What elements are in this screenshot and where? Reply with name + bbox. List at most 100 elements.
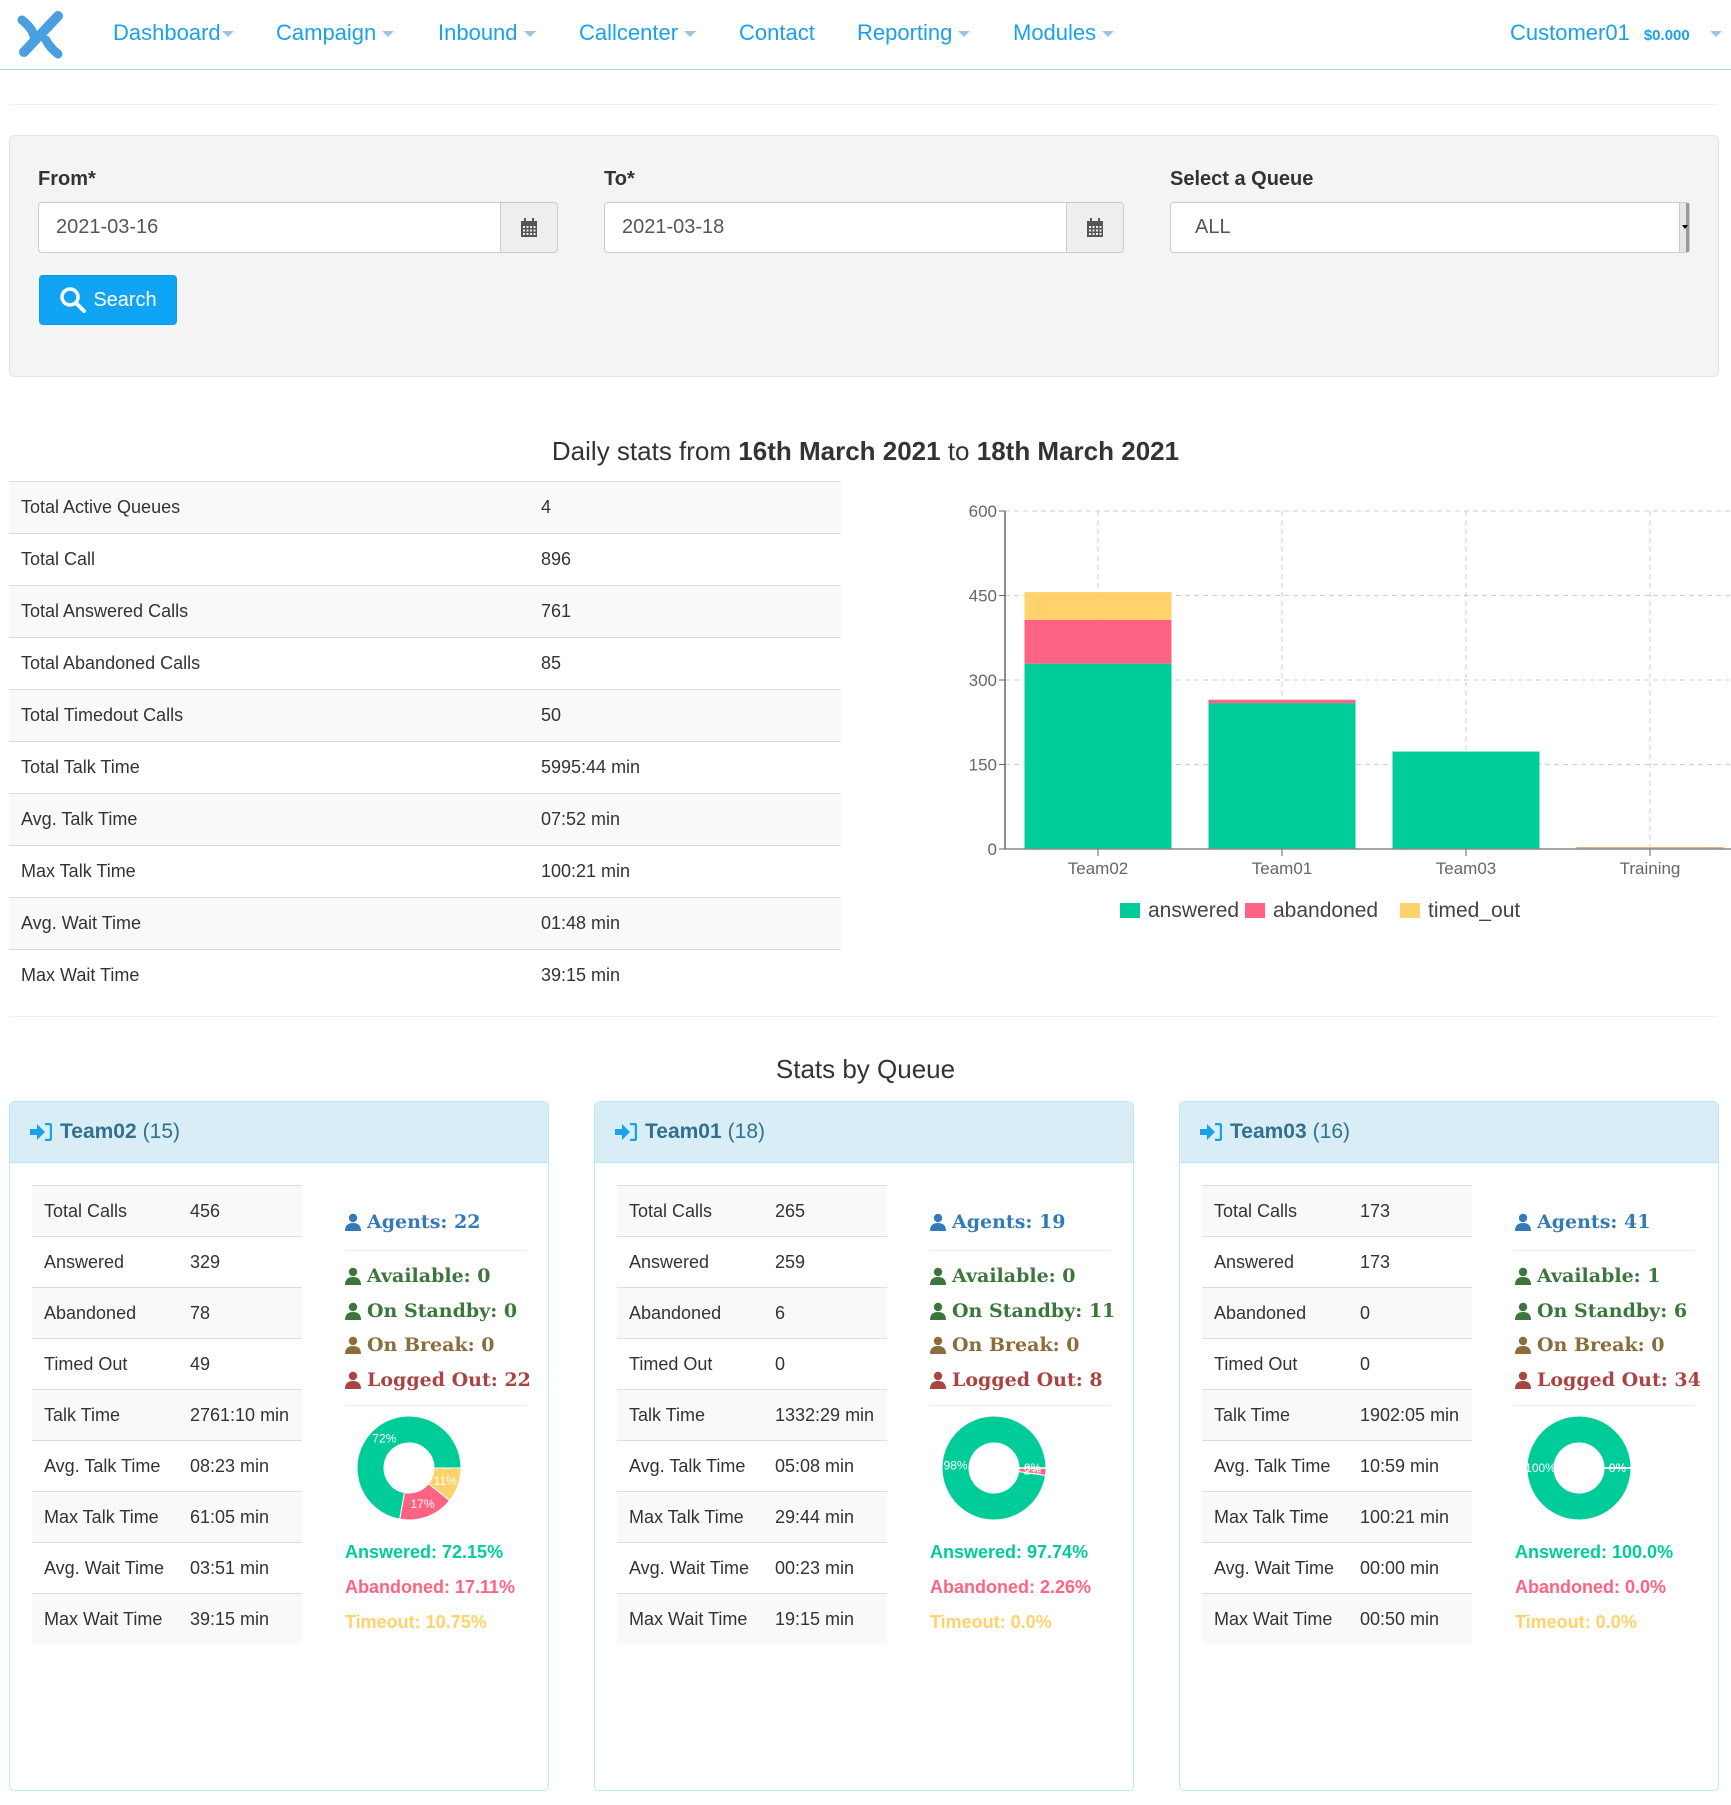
filter-panel: From* 2021-03-16 To* 2021-03-18 Select a… [9, 135, 1719, 377]
stat-label: Max Talk Time [32, 1491, 178, 1543]
nav-callcenter[interactable]: Callcenter [579, 20, 697, 46]
agents-total: Agents: 19 [930, 1202, 1110, 1242]
top-navbar: Dashboard Campaign Inbound Callcenter Co… [0, 0, 1731, 70]
queue-stat-row: Avg. Talk Time 08:23 min [32, 1440, 302, 1492]
summary-label: Total Active Queues [9, 481, 529, 534]
agents-on-break: On Break: 0 [1515, 1328, 1695, 1363]
stat-value: 456 [178, 1185, 302, 1237]
search-button[interactable]: Search [39, 275, 177, 325]
summary-label: Avg. Talk Time [9, 793, 529, 846]
stat-value: 10:59 min [1348, 1440, 1472, 1492]
summary-row: Total Active Queues 4 [9, 481, 841, 534]
stat-label: Talk Time [32, 1389, 178, 1441]
legend-swatch-abandoned[interactable] [1245, 903, 1265, 918]
queue-card-header[interactable]: Team01 (18) [595, 1102, 1133, 1163]
user-icon [345, 1337, 361, 1355]
caret-down-icon [684, 31, 697, 38]
queue-donut-chart: 98% 2%0% [941, 1415, 1047, 1521]
legend-label[interactable]: answered [1148, 899, 1239, 922]
legend-swatch-timed_out[interactable] [1400, 903, 1420, 918]
abandoned-percent: Abandoned: 0.0% [1515, 1577, 1667, 1597]
caret-down-icon [523, 31, 536, 38]
nav-dashboard[interactable]: Dashboard [113, 20, 234, 46]
stat-label: Max Wait Time [32, 1593, 178, 1644]
from-calendar-button[interactable] [500, 202, 558, 253]
divider [930, 1250, 1110, 1251]
bar-abandoned-Team02[interactable] [1024, 619, 1172, 664]
queue-stat-row: Max Wait Time 00:50 min [1202, 1593, 1472, 1644]
queue-card: Team01 (18) Total Calls 265 Answered 259 Aba… [594, 1101, 1134, 1791]
queue-stat-row: Talk Time 1902:05 min [1202, 1389, 1472, 1441]
divider [9, 104, 1718, 105]
search-icon [60, 287, 87, 313]
x-tick-label: Team02 [1068, 859, 1128, 878]
nav-inbound[interactable]: Inbound [438, 20, 536, 46]
from-label: From* [38, 168, 96, 190]
stat-label: Total Calls [1202, 1185, 1348, 1237]
agents-standby-text: On Standby: 0 [367, 1299, 518, 1322]
user-menu[interactable]: Customer01 $0.000 [1510, 20, 1722, 46]
queue-stat-row: Avg. Talk Time 05:08 min [617, 1440, 887, 1492]
summary-label: Total Call [9, 533, 529, 586]
queue-donut-chart: 72% 17%11% [356, 1415, 462, 1521]
legend-label[interactable]: abandoned [1273, 899, 1378, 922]
queue-count: (18) [727, 1120, 766, 1143]
stat-value: 173 [1348, 1236, 1472, 1288]
summary-table: Total Active Queues 4 Total Call 896 Total A… [9, 481, 841, 1002]
answered-percent: Answered: 100.0% [1515, 1542, 1674, 1562]
divider [345, 1405, 525, 1406]
agents-on-break: On Break: 0 [345, 1328, 525, 1363]
donut-label: 72% [372, 1431, 396, 1445]
nav-contact[interactable]: Contact [739, 20, 815, 46]
queue-card-header[interactable]: Team03 (16) [1180, 1102, 1718, 1163]
y-tick-label: 600 [969, 502, 997, 521]
queue-stat-row: Timed Out 0 [1202, 1338, 1472, 1390]
summary-value: 01:48 min [529, 897, 841, 950]
stat-label: Max Talk Time [1202, 1491, 1348, 1543]
queue-count: (16) [1312, 1120, 1351, 1143]
queue-stat-row: Total Calls 173 [1202, 1185, 1472, 1237]
stat-label: Avg. Wait Time [1202, 1542, 1348, 1594]
nav-reporting[interactable]: Reporting [857, 20, 971, 46]
sign-in-icon [1200, 1123, 1222, 1141]
brand-logo-icon[interactable] [12, 6, 68, 62]
stat-value: 00:00 min [1348, 1542, 1472, 1594]
bar-abandoned-Team01[interactable] [1208, 699, 1356, 704]
legend-label[interactable]: timed_out [1428, 899, 1520, 922]
to-calendar-button[interactable] [1066, 202, 1124, 253]
nav-label: Dashboard [113, 20, 221, 45]
timeout-percent: Timeout: 10.75% [345, 1612, 487, 1632]
calendar-icon [521, 217, 537, 237]
bar-timed_out-Team02[interactable] [1024, 592, 1172, 620]
queue-stat-row: Timed Out 49 [32, 1338, 302, 1390]
queue-stat-row: Answered 329 [32, 1236, 302, 1288]
bar-answered-Team01[interactable] [1208, 703, 1356, 849]
summary-label: Avg. Wait Time [9, 897, 529, 950]
user-icon [1515, 1268, 1531, 1286]
queue-select[interactable]: ALL [1170, 202, 1690, 253]
agents-total-text: Agents: 22 [367, 1211, 481, 1233]
agents-total-text: Agents: 41 [1537, 1211, 1651, 1233]
stat-value: 39:15 min [178, 1593, 302, 1644]
stat-label: Talk Time [617, 1389, 763, 1441]
date-to: 18th March 2021 [976, 436, 1180, 466]
title-text: Daily stats from [551, 436, 739, 466]
nav-modules[interactable]: Modules [1013, 20, 1115, 46]
queue-card-header[interactable]: Team02 (15) [10, 1102, 548, 1163]
bar-answered-Team02[interactable] [1024, 663, 1172, 849]
nav-campaign[interactable]: Campaign [276, 20, 395, 46]
agents-standby: On Standby: 6 [1515, 1294, 1695, 1329]
queue-stat-row: Max Talk Time 61:05 min [32, 1491, 302, 1543]
summary-row: Max Talk Time 100:21 min [9, 845, 841, 898]
to-date-input[interactable]: 2021-03-18 [604, 202, 1066, 253]
legend-swatch-answered[interactable] [1120, 903, 1140, 918]
stat-value: 05:08 min [763, 1440, 887, 1492]
stat-label: Max Talk Time [617, 1491, 763, 1543]
bar-answered-Team03[interactable] [1392, 751, 1540, 849]
timeout-percent: Timeout: 0.0% [930, 1612, 1052, 1632]
y-tick-label: 0 [988, 840, 997, 859]
from-date-input[interactable]: 2021-03-16 [38, 202, 500, 253]
stat-label: Abandoned [617, 1287, 763, 1339]
title-text: to [940, 436, 977, 466]
abandoned-percent: Abandoned: 17.11% [345, 1577, 516, 1597]
